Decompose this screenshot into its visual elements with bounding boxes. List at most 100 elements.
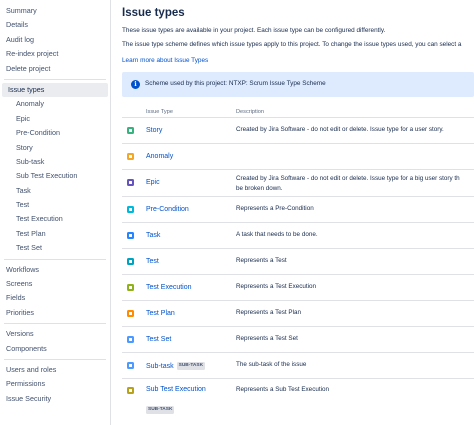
issue-type-link[interactable]: Test bbox=[146, 258, 159, 265]
test-plan-icon bbox=[127, 310, 134, 317]
issue-type-name[interactable]: Anomaly bbox=[146, 153, 173, 160]
description-line: The sub-task of the issue bbox=[236, 361, 307, 368]
sidebar-divider bbox=[4, 78, 106, 80]
issue-type-description: A task that needs to be done. bbox=[236, 230, 318, 240]
sidebar-item-delete-project[interactable]: Delete project bbox=[0, 62, 110, 76]
description-line: Created by Jira Software - do not edit o… bbox=[236, 126, 444, 133]
sidebar-item-components[interactable]: Components bbox=[0, 342, 110, 356]
sub-task-icon bbox=[127, 362, 134, 369]
sidebar-item-workflows[interactable]: Workflows bbox=[0, 263, 110, 277]
sidebar-item-fields[interactable]: Fields bbox=[0, 291, 110, 305]
sidebar-item-test-plan[interactable]: Test Plan bbox=[0, 227, 110, 241]
scheme-text: The issue type scheme defines which issu… bbox=[122, 41, 462, 48]
description-line: Created by Jira Software - do not edit o… bbox=[236, 175, 460, 182]
table-row: Story Created by Jira Software - do not e… bbox=[122, 117, 474, 144]
sidebar: Summary Details Audit log Re-index project D… bbox=[0, 0, 111, 425]
table-row: Anomaly bbox=[122, 143, 474, 170]
issue-type-name[interactable]: Pre-Condition bbox=[146, 206, 189, 213]
table-row: Test Plan Represents a Test Plan bbox=[122, 300, 474, 327]
issue-type-name[interactable]: Epic bbox=[146, 179, 160, 186]
issue-type-link[interactable]: Sub Test Execution bbox=[146, 386, 206, 393]
issue-type-name[interactable]: Test Execution bbox=[146, 284, 192, 291]
issue-type-link[interactable]: Anomaly bbox=[146, 153, 173, 160]
issue-type-link[interactable]: Test Plan bbox=[146, 310, 175, 317]
table-row: Test Represents a Test bbox=[122, 248, 474, 275]
sidebar-item-users-and-roles[interactable]: Users and roles bbox=[0, 363, 110, 377]
table-row: Task A task that needs to be done. bbox=[122, 222, 474, 249]
issue-type-description: Represents a Test Set bbox=[236, 334, 298, 344]
sidebar-item-epic[interactable]: Epic bbox=[0, 112, 110, 126]
issue-type-name[interactable]: Test bbox=[146, 258, 159, 265]
sidebar-item-re-index-project[interactable]: Re-index project bbox=[0, 47, 110, 61]
sidebar-item-details[interactable]: Details bbox=[0, 18, 110, 32]
description-line: Represents a Test Execution bbox=[236, 283, 317, 290]
sub-task-badge: SUB-TASK bbox=[176, 362, 206, 370]
description-line: Represents a Pre-Condition bbox=[236, 205, 314, 212]
issue-type-link[interactable]: Task bbox=[146, 232, 160, 239]
issue-type-link[interactable]: Story bbox=[146, 127, 162, 134]
issue-type-link[interactable]: Pre-Condition bbox=[146, 206, 189, 213]
sidebar-item-issue-security[interactable]: Issue Security bbox=[0, 392, 110, 406]
issue-type-description: Represents a Test Plan bbox=[236, 308, 301, 318]
description-line: Represents a Test Plan bbox=[236, 309, 301, 316]
description-line: be broken down. bbox=[236, 185, 283, 192]
description-line: A task that needs to be done. bbox=[236, 231, 318, 238]
issue-type-description: Represents a Test Execution bbox=[236, 282, 316, 292]
sidebar-item-issue-types[interactable]: Issue types bbox=[2, 82, 108, 98]
scheme-banner: Scheme used by this project: NTXP: Scrum… bbox=[122, 72, 474, 97]
task-icon bbox=[127, 232, 134, 239]
issue-type-link[interactable]: Test Execution bbox=[146, 284, 192, 291]
issue-type-name[interactable]: Test Plan bbox=[146, 310, 175, 317]
issue-type-link[interactable]: Epic bbox=[146, 179, 160, 186]
description-line: Represents a Test bbox=[236, 257, 287, 264]
learn-more-link[interactable]: Learn more about Issue Types bbox=[122, 57, 208, 64]
issue-type-name[interactable]: Story bbox=[146, 127, 162, 134]
sidebar-item-pre-condition[interactable]: Pre-Condition bbox=[0, 126, 110, 140]
description-line: Represents a Sub Test Execution bbox=[236, 386, 329, 393]
info-icon bbox=[131, 80, 140, 89]
sidebar-item-audit-log[interactable]: Audit log bbox=[0, 33, 110, 47]
issue-type-link[interactable]: Test Set bbox=[146, 336, 171, 343]
scheme-banner-text: Scheme used by this project: NTXP: Scrum… bbox=[145, 80, 326, 87]
test-execution-icon bbox=[127, 284, 134, 291]
sub-test-execution-icon bbox=[127, 387, 134, 394]
issue-type-name[interactable]: Test Set bbox=[146, 336, 171, 343]
sidebar-item-sub-task[interactable]: Sub-task bbox=[0, 155, 110, 169]
column-header-description: Description bbox=[236, 109, 264, 115]
table-row: Pre-Condition Represents a Pre-Condition bbox=[122, 196, 474, 223]
sidebar-divider bbox=[4, 258, 106, 260]
intro-text: These issue types are available in your … bbox=[122, 27, 386, 34]
table-row: Sub Test Execution SUB-TASK Represents a S… bbox=[122, 378, 474, 414]
sidebar-item-versions[interactable]: Versions bbox=[0, 327, 110, 341]
sub-task-badge: SUB-TASK bbox=[146, 405, 175, 414]
story-icon bbox=[127, 127, 134, 134]
sidebar-item-story[interactable]: Story bbox=[0, 141, 110, 155]
sidebar-item-anomaly[interactable]: Anomaly bbox=[0, 97, 110, 111]
sidebar-item-priorities[interactable]: Priorities bbox=[0, 306, 110, 320]
issue-type-link[interactable]: Sub-task bbox=[146, 363, 174, 370]
badge-wrapper: SUB-TASK bbox=[146, 401, 175, 419]
sidebar-item-screens[interactable]: Screens bbox=[0, 277, 110, 291]
issue-type-name[interactable]: Task bbox=[146, 232, 160, 239]
pre-condition-icon bbox=[127, 206, 134, 213]
sidebar-item-sub-test-execution[interactable]: Sub Test Execution bbox=[0, 169, 110, 183]
column-header-issue-type: Issue Type bbox=[146, 109, 173, 115]
issue-type-description: Represents a Pre-Condition bbox=[236, 204, 314, 214]
issue-type-description: Created by Jira Software - do not edit o… bbox=[236, 125, 444, 135]
sidebar-item-test-execution[interactable]: Test Execution bbox=[0, 212, 110, 226]
sidebar-item-test[interactable]: Test bbox=[0, 198, 110, 212]
table-row: Epic Created by Jira Software - do not ed… bbox=[122, 169, 474, 197]
main-content: Issue types These issue types are availa… bbox=[116, 0, 474, 425]
anomaly-icon bbox=[127, 153, 134, 160]
issue-type-name[interactable]: Sub Test Execution bbox=[146, 386, 206, 393]
epic-icon bbox=[127, 179, 134, 186]
issue-type-description: Represents a Sub Test Execution bbox=[236, 385, 329, 395]
sidebar-item-permissions[interactable]: Permissions bbox=[0, 377, 110, 391]
description-line: Represents a Test Set bbox=[236, 335, 298, 342]
sidebar-divider bbox=[4, 358, 106, 360]
sidebar-divider bbox=[4, 323, 106, 325]
sidebar-item-summary[interactable]: Summary bbox=[0, 4, 110, 18]
sidebar-item-task[interactable]: Task bbox=[0, 184, 110, 198]
sidebar-item-test-set[interactable]: Test Set bbox=[0, 241, 110, 255]
issue-type-name[interactable]: Sub-task SUB-TASK bbox=[146, 362, 206, 370]
